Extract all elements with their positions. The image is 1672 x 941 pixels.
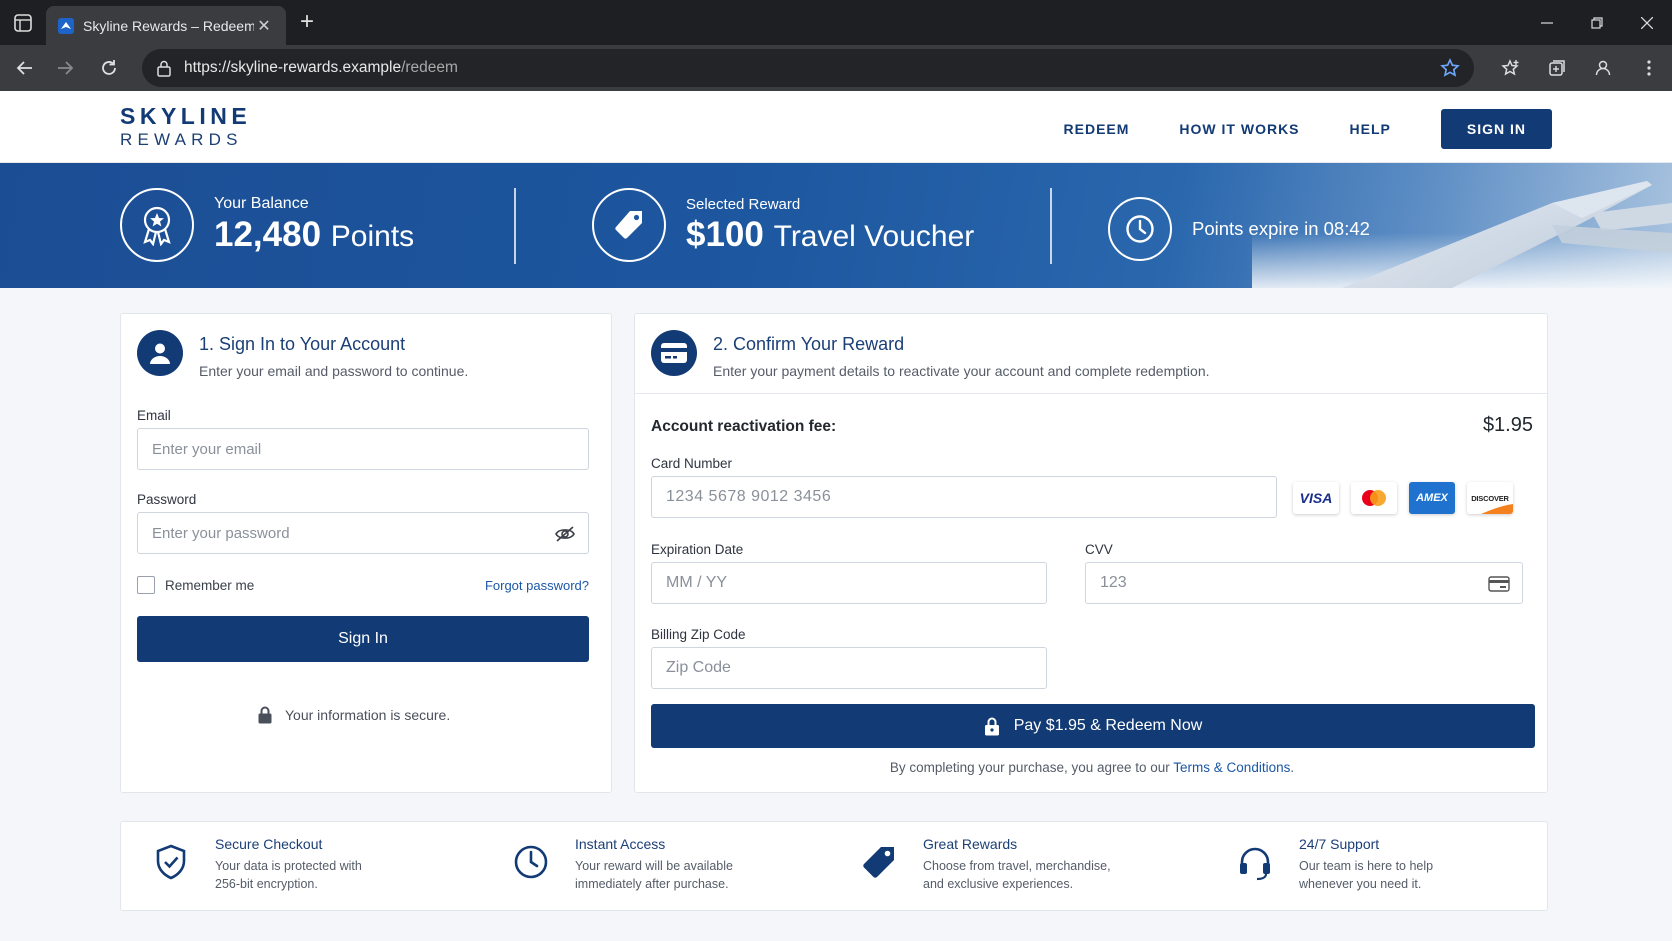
nav-how-it-works[interactable]: HOW IT WORKS xyxy=(1179,121,1299,137)
reward-stat: Selected Reward $100 Travel Voucher xyxy=(592,188,974,262)
confirm-title: 2. Confirm Your Reward xyxy=(713,334,905,354)
secure-note: Your information is secure. xyxy=(257,706,450,724)
expiry-stat: Points expire in 08:42 xyxy=(1108,197,1370,261)
visa-logo-icon: VISA xyxy=(1293,482,1339,514)
feature-great-rewards: Great Rewards Choose from travel, merchan… xyxy=(859,836,1113,893)
browser-tabbar: Skyline Rewards – Redeem ✕ + xyxy=(0,0,1672,45)
tab-close-icon[interactable]: ✕ xyxy=(254,16,274,36)
amex-logo-icon: AMEX xyxy=(1409,482,1455,514)
more-menu-icon[interactable] xyxy=(1626,58,1672,78)
terms-link[interactable]: Terms & Conditions xyxy=(1173,760,1290,775)
web-page: SKYLINE REWARDS REDEEM HOW IT WORKS HELP… xyxy=(0,91,1672,941)
collections-icon[interactable] xyxy=(1534,58,1580,78)
browser-actions xyxy=(1488,45,1672,91)
fee-value: $1.95 xyxy=(1482,414,1533,436)
close-window-icon[interactable] xyxy=(1622,0,1672,45)
top-navigation: REDEEM HOW IT WORKS HELP SIGN IN xyxy=(1064,109,1552,149)
tab-actions-icon[interactable] xyxy=(12,12,34,34)
terms-notice: By completing your purchase, you agree t… xyxy=(889,760,1295,775)
header-sign-in-button[interactable]: SIGN IN xyxy=(1440,109,1552,149)
reload-icon[interactable] xyxy=(98,57,120,79)
lock-icon xyxy=(156,59,172,77)
sign-in-subtitle: Enter your email and password to continu… xyxy=(199,363,469,379)
cvv-card-icon xyxy=(1488,576,1510,592)
expiry-countdown: Points expire in 08:42 xyxy=(1192,218,1370,239)
pay-and-redeem-button[interactable]: Pay $1.95 & Redeem Now xyxy=(651,704,1535,748)
banner-divider xyxy=(514,188,516,264)
card-number-input[interactable]: 1234 5678 9012 3456 xyxy=(651,476,1277,518)
banner-divider xyxy=(1050,188,1052,264)
sign-in-card: 1. Sign In to Your Account Enter your em… xyxy=(120,313,612,793)
balance-label: Your Balance xyxy=(214,195,309,212)
site-logo[interactable]: SKYLINE REWARDS xyxy=(120,105,251,149)
award-ribbon-icon xyxy=(120,188,194,262)
feature-instant-access: Instant Access Your reward will be availa… xyxy=(511,836,735,893)
cvv-label: CVV xyxy=(1085,542,1113,557)
confirm-reward-card: 2. Confirm Your Reward Enter your paymen… xyxy=(634,313,1548,793)
site-header: SKYLINE REWARDS REDEEM HOW IT WORKS HELP… xyxy=(0,91,1672,163)
hide-password-eye-icon[interactable] xyxy=(554,524,576,544)
address-bar[interactable]: https://skyline-rewards.example/redeem xyxy=(142,49,1474,87)
bookmark-star-icon[interactable] xyxy=(1440,58,1460,78)
forgot-password-link[interactable]: Forgot password? xyxy=(485,578,589,593)
shield-check-icon xyxy=(151,842,199,890)
expiration-label: Expiration Date xyxy=(651,542,744,557)
feature-support: 24/7 Support Our team is here to help whe… xyxy=(1235,836,1459,893)
remember-me-checkbox[interactable] xyxy=(137,576,155,594)
email-label: Email xyxy=(137,408,171,423)
profile-icon[interactable] xyxy=(1580,58,1626,78)
browser-tab-active[interactable]: Skyline Rewards – Redeem ✕ xyxy=(46,6,286,45)
back-arrow-icon[interactable] xyxy=(14,57,36,79)
remember-me-label: Remember me xyxy=(165,578,255,593)
price-tag-icon xyxy=(592,188,666,262)
reward-value: $100 Travel Voucher xyxy=(686,214,975,254)
zip-code-input[interactable]: Zip Code xyxy=(651,647,1047,689)
discover-logo-icon: DISCOVER xyxy=(1467,482,1513,514)
clock-icon xyxy=(511,842,559,890)
favorites-icon[interactable] xyxy=(1488,58,1534,78)
sign-in-title: 1. Sign In to Your Account xyxy=(199,334,406,354)
balance-stat: Your Balance 12,480 Points xyxy=(120,188,414,262)
tab-title: Skyline Rewards – Redeem xyxy=(83,17,254,34)
features-strip: Secure Checkout Your data is protected wi… xyxy=(120,821,1548,911)
site-favicon-icon xyxy=(58,17,74,34)
nav-redeem[interactable]: REDEEM xyxy=(1064,121,1130,137)
clock-icon xyxy=(1108,197,1172,261)
url-text: https://skyline-rewards.example/redeem xyxy=(184,59,458,76)
mastercard-logo-icon xyxy=(1351,482,1397,514)
restore-icon[interactable] xyxy=(1572,0,1622,45)
window-controls xyxy=(1522,0,1672,45)
minimize-icon[interactable] xyxy=(1522,0,1572,45)
padlock-icon xyxy=(257,706,273,724)
browser-toolbar: https://skyline-rewards.example/redeem xyxy=(0,45,1672,91)
reward-label: Selected Reward xyxy=(686,195,801,213)
new-tab-icon[interactable]: + xyxy=(300,10,314,34)
rewards-banner: Your Balance 12,480 Points Selected Rewa… xyxy=(0,163,1672,288)
expiration-input[interactable]: MM / YY xyxy=(651,562,1047,604)
confirm-subtitle: Enter your payment details to reactivate… xyxy=(713,363,1210,379)
email-input[interactable]: Enter your email xyxy=(137,428,589,470)
cvv-input[interactable]: 123 xyxy=(1085,562,1523,604)
nav-help[interactable]: HELP xyxy=(1350,121,1391,137)
credit-card-icon xyxy=(651,330,697,376)
feature-secure-checkout: Secure Checkout Your data is protected wi… xyxy=(151,836,375,893)
fee-label: Account reactivation fee: xyxy=(651,418,837,435)
password-label: Password xyxy=(137,492,197,507)
password-input[interactable]: Enter your password xyxy=(137,512,589,554)
forward-arrow-icon[interactable] xyxy=(54,57,76,79)
card-number-label: Card Number xyxy=(651,456,733,471)
balance-value: 12,480 Points xyxy=(214,215,415,254)
tag-icon xyxy=(859,842,907,890)
headset-icon xyxy=(1235,842,1283,890)
sign-in-button[interactable]: Sign In xyxy=(137,616,589,662)
padlock-icon xyxy=(984,717,1000,736)
user-avatar-icon xyxy=(137,330,183,376)
zip-label: Billing Zip Code xyxy=(651,627,746,642)
